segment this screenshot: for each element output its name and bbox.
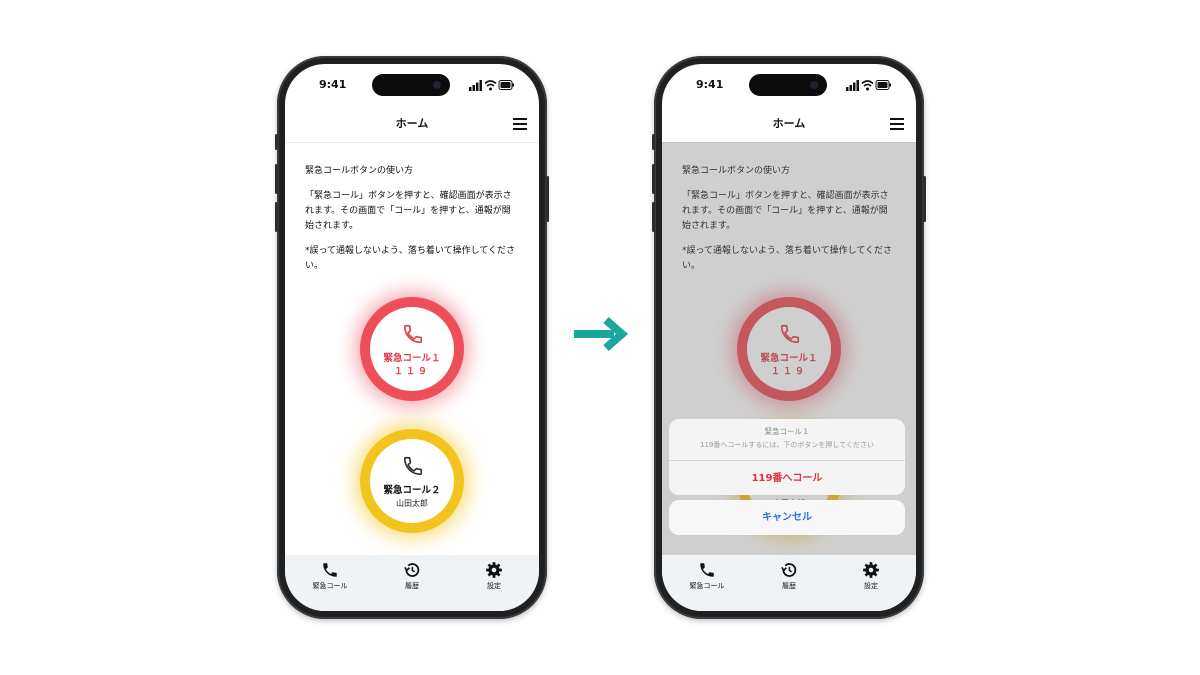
- instructions-paragraph-1: 「緊急コール」ボタンを押すと、確認画面が表示されます。その画面で「コール」を押す…: [305, 191, 512, 231]
- power-button: [546, 176, 549, 222]
- menu-icon[interactable]: [890, 118, 904, 130]
- tab-label: 設定: [487, 582, 501, 590]
- signal-icon: [846, 80, 859, 91]
- phone-frame-home: 9:41 ホーム 緊急コールボタンの使い方 「緊急コール」ボタンを押すと、確認画…: [275, 56, 549, 619]
- sheet-title: 緊急コール１: [764, 427, 810, 436]
- call-1-number: １１９: [393, 367, 430, 377]
- tab-bar: 緊急コール 履歴 設定: [662, 555, 916, 611]
- battery-icon: [498, 80, 514, 90]
- gear-icon: [486, 562, 502, 578]
- tab-label: 設定: [864, 582, 878, 590]
- signal-icon: [469, 80, 482, 91]
- tab-bar: 緊急コール 履歴 設定: [285, 555, 539, 611]
- action-button: [275, 134, 278, 150]
- confirm-screen: 9:41 ホーム 緊急コールボタンの使い方 「緊急コール」ボタンを押すと、確認画…: [662, 64, 916, 611]
- menu-icon[interactable]: [513, 118, 527, 130]
- call-2-contact-name: 山田太郎: [396, 499, 428, 508]
- tab-label: 緊急コール: [312, 582, 348, 590]
- emergency-call-2-button[interactable]: 緊急コール２ 山田太郎: [360, 429, 464, 533]
- battery-icon: [875, 80, 891, 90]
- volume-up-button: [275, 164, 278, 194]
- tab-label: 緊急コール: [689, 582, 725, 590]
- tab-history[interactable]: 履歴: [370, 561, 454, 591]
- tab-settings[interactable]: 設定: [452, 561, 536, 591]
- emergency-call-1-button[interactable]: 緊急コール１ １１９: [360, 297, 464, 401]
- home-screen: 9:41 ホーム 緊急コールボタンの使い方 「緊急コール」ボタンを押すと、確認画…: [285, 64, 539, 611]
- volume-down-button: [652, 202, 655, 232]
- phone-icon: [403, 456, 423, 476]
- phone-icon: [323, 563, 337, 577]
- tab-settings[interactable]: 設定: [829, 561, 913, 591]
- sheet-message: 119番へコールするには、下のボタンを押してください: [700, 441, 874, 449]
- history-icon: [404, 563, 420, 577]
- dynamic-island: [749, 74, 827, 96]
- phone-frame-confirm: 9:41 ホーム 緊急コールボタンの使い方 「緊急コール」ボタンを押すと、確認画…: [652, 56, 926, 619]
- history-icon: [781, 563, 797, 577]
- status-time: 9:41: [696, 78, 724, 91]
- action-button: [652, 134, 655, 150]
- call-2-label: 緊急コール２: [383, 485, 441, 496]
- gear-icon: [863, 562, 879, 578]
- volume-down-button: [275, 202, 278, 232]
- phone-icon: [700, 563, 714, 577]
- wifi-icon: [861, 80, 874, 91]
- call-1-label: 緊急コール１: [383, 353, 441, 364]
- arrow-right-icon: [574, 317, 629, 351]
- page-title: ホーム: [772, 117, 806, 130]
- tab-history[interactable]: 履歴: [747, 561, 831, 591]
- sheet-divider: [669, 460, 905, 461]
- dynamic-island: [372, 74, 450, 96]
- power-button: [923, 176, 926, 222]
- status-time: 9:41: [319, 78, 347, 91]
- status-icons: [469, 80, 514, 91]
- page-title: ホーム: [395, 117, 429, 130]
- instructions-paragraph-2: *誤って通報しないよう、落ち着いて操作してください。: [305, 246, 516, 271]
- tab-emergency-call[interactable]: 緊急コール: [665, 561, 749, 591]
- cancel-button[interactable]: キャンセル: [669, 500, 905, 535]
- status-icons: [846, 80, 891, 91]
- volume-up-button: [652, 164, 655, 194]
- call-119-button[interactable]: 119番へコール: [669, 469, 905, 484]
- confirm-action-sheet: 緊急コール１ 119番へコールするには、下のボタンを押してください 119番へコ…: [669, 419, 905, 495]
- app-header: ホーム: [662, 102, 916, 143]
- tab-label: 履歴: [405, 582, 419, 590]
- instructions-heading: 緊急コールボタンの使い方: [305, 166, 414, 176]
- tab-emergency-call[interactable]: 緊急コール: [288, 561, 372, 591]
- phone-icon: [403, 324, 423, 344]
- app-header: ホーム: [285, 102, 539, 143]
- tab-label: 履歴: [782, 582, 796, 590]
- wifi-icon: [484, 80, 497, 91]
- instructions: 緊急コールボタンの使い方 「緊急コール」ボタンを押すと、確認画面が表示されます。…: [305, 164, 519, 284]
